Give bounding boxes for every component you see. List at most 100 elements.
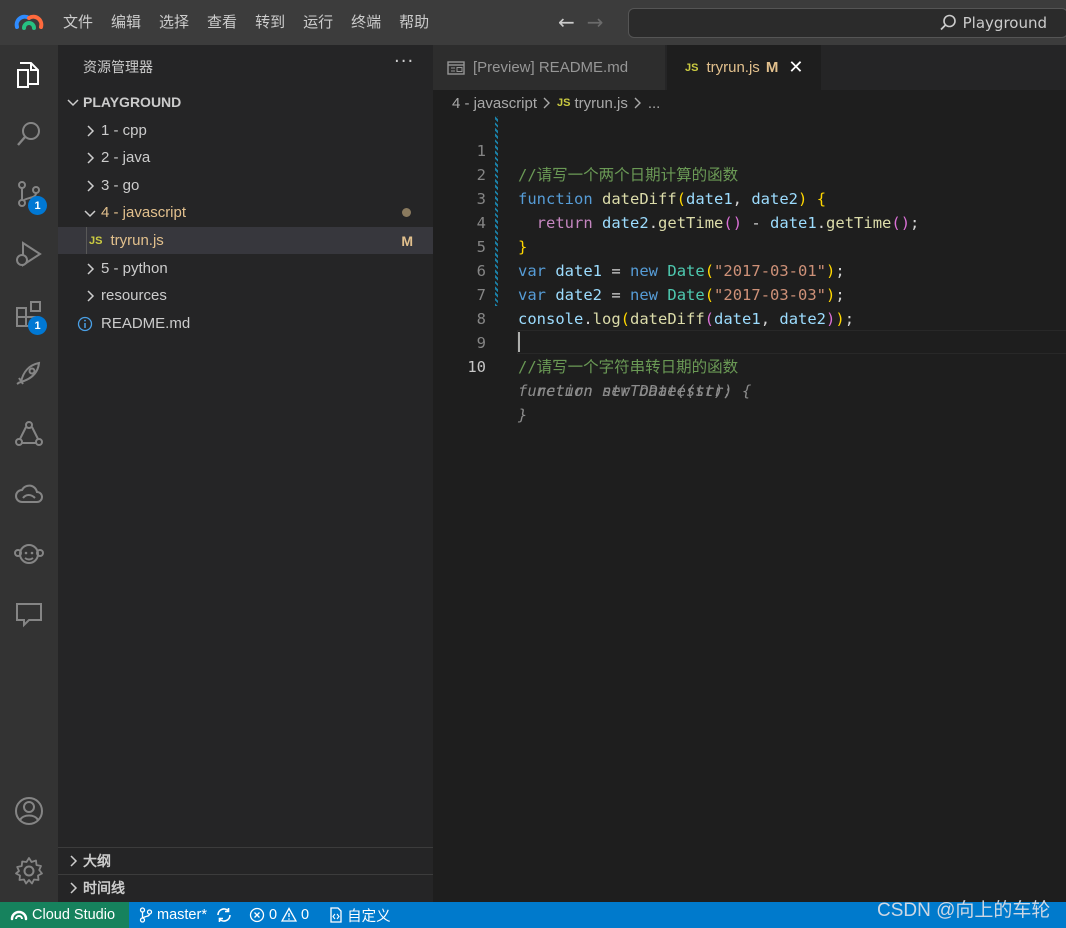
sidebar-title: 资源管理器 — [83, 60, 153, 76]
tree-folder-go[interactable]: 3 - go — [58, 172, 433, 199]
warning-count: 0 — [301, 907, 310, 923]
git-status-badge: M — [765, 59, 779, 76]
chevron-right-icon — [87, 151, 95, 164]
network-icon[interactable] — [0, 406, 58, 462]
tree-folder-java[interactable]: 2 - java — [58, 144, 433, 171]
menu-edit[interactable]: 编辑 — [102, 0, 150, 45]
chevron-right-icon — [543, 97, 551, 109]
breadcrumb-file[interactable]: tryrun.js — [575, 95, 628, 112]
feedback-icon[interactable] — [0, 586, 58, 642]
problems-indicator[interactable]: 0 0 — [249, 907, 309, 923]
chevron-right-icon — [87, 124, 95, 137]
activity-bar: 1 1 — [0, 45, 58, 902]
branch-indicator[interactable]: master* — [139, 907, 233, 923]
title-bar: 文件 编辑 选择 查看 转到 运行 终端 帮助 ← → Playground — [0, 0, 1066, 45]
git-status-badge: M — [401, 232, 413, 249]
deploy-icon[interactable] — [0, 346, 58, 402]
back-arrow-icon[interactable]: ← — [558, 0, 575, 45]
code-line: 6 var date2 = new Date("2017-03-03"); — [476, 262, 845, 304]
source-control-icon[interactable]: 1 — [0, 166, 58, 222]
chevron-right-icon — [634, 97, 641, 109]
tree-label: 1 - cpp — [101, 122, 147, 139]
breadcrumb-folder[interactable]: 4 - javascript — [452, 95, 537, 112]
chevron-down-icon — [84, 209, 96, 217]
tree-file-readme[interactable]: README.md — [58, 310, 433, 337]
chevron-right-icon — [87, 262, 95, 275]
tree-label: tryrun.js — [110, 232, 164, 249]
explorer-icon[interactable] — [0, 47, 58, 103]
remote-indicator[interactable]: Cloud Studio — [0, 902, 129, 928]
forward-arrow-icon[interactable]: → — [587, 0, 604, 45]
outline-label: 大纲 — [83, 854, 111, 870]
tab-tryrun[interactable]: JS tryrun.js M ✕ — [667, 45, 821, 90]
menu-go[interactable]: 转到 — [246, 0, 294, 45]
menu-help[interactable]: 帮助 — [390, 0, 438, 45]
menu-bar: 文件 编辑 选择 查看 转到 运行 终端 帮助 — [58, 0, 438, 45]
text-cursor — [518, 332, 520, 352]
account-icon[interactable] — [0, 783, 58, 839]
app-logo-icon — [0, 0, 58, 45]
editor-tabs: [Preview] README.md JS tryrun.js M ✕ — [433, 45, 1066, 90]
code-line: 1 //请写一个两个日期计算的函数 — [476, 142, 739, 184]
breadcrumb-symbol[interactable]: ... — [648, 95, 661, 112]
inline-suggestion-line: } — [433, 379, 1066, 424]
search-icon — [940, 14, 956, 31]
tree-label: resources — [101, 287, 167, 304]
tab-label: [Preview] README.md — [473, 59, 629, 76]
sync-icon[interactable] — [215, 907, 233, 923]
chevron-right-icon — [70, 855, 78, 867]
settings-icon[interactable] — [0, 843, 58, 899]
timeline-section-header[interactable]: 时间线 — [58, 874, 433, 901]
close-icon[interactable]: ✕ — [788, 57, 803, 78]
menu-view[interactable]: 查看 — [198, 0, 246, 45]
preview-icon — [447, 60, 465, 75]
timeline-label: 时间线 — [83, 881, 125, 897]
code-line: 2 function dateDiff(date1, date2) { — [476, 166, 827, 208]
error-icon — [249, 907, 265, 923]
tree-label: README.md — [101, 315, 191, 332]
menu-run[interactable]: 运行 — [294, 0, 342, 45]
menu-selection[interactable]: 选择 — [150, 0, 198, 45]
js-file-icon: JS — [557, 97, 571, 109]
code-line: 7 console.log(dateDiff(date1, date2)); — [476, 286, 855, 328]
custom-indicator[interactable]: 自定义 — [329, 905, 391, 926]
tree-folder-cpp[interactable]: 1 - cpp — [58, 117, 433, 144]
remote-label: Cloud Studio — [32, 907, 116, 923]
error-count: 0 — [268, 907, 278, 923]
file-code-icon — [330, 907, 342, 923]
menu-terminal[interactable]: 终端 — [342, 0, 390, 45]
more-actions-icon[interactable]: ··· — [394, 51, 414, 72]
tree-folder-python[interactable]: 5 - python — [58, 255, 433, 282]
tree-label: 5 - python — [101, 260, 168, 277]
code-editor[interactable]: 1 //请写一个两个日期计算的函数 2 function dateDiff(da… — [433, 114, 1066, 902]
git-branch-icon — [139, 907, 153, 923]
code-line: 9 //请写一个字符串转日期的函数 — [476, 334, 739, 376]
code-line: 3 return date2.getTime() - date1.getTime… — [476, 190, 920, 232]
js-file-icon: JS — [89, 234, 103, 247]
custom-label: 自定义 — [347, 908, 391, 925]
search-icon[interactable] — [0, 106, 58, 162]
tree-folder-javascript[interactable]: 4 - javascript — [58, 199, 433, 226]
cloud-studio-icon — [10, 910, 28, 921]
tree-file-tryrun[interactable]: JS tryrun.js M — [58, 227, 433, 254]
chevron-right-icon — [87, 289, 95, 302]
monkey-icon[interactable] — [0, 526, 58, 582]
outline-section-header[interactable]: 大纲 — [58, 847, 433, 874]
chevron-right-icon — [87, 179, 95, 192]
menu-file[interactable]: 文件 — [58, 0, 102, 45]
breadcrumb: 4 - javascript JS tryrun.js ... — [452, 92, 660, 114]
source-control-badge: 1 — [28, 196, 47, 215]
indent-guide — [86, 227, 87, 254]
tree-label: 3 - go — [101, 177, 140, 194]
chevron-down-icon — [67, 99, 79, 107]
command-center-text: Playground — [962, 14, 1047, 32]
tab-readme-preview[interactable]: [Preview] README.md — [433, 45, 665, 90]
extensions-icon[interactable]: 1 — [0, 286, 58, 342]
info-icon — [77, 316, 93, 331]
cloud-icon[interactable] — [0, 466, 58, 522]
tree-folder-resources[interactable]: resources — [58, 282, 433, 309]
workspace-header[interactable]: PLAYGROUND — [58, 89, 433, 115]
branch-label: master* — [157, 907, 207, 923]
command-center-search[interactable]: Playground — [628, 8, 1066, 38]
run-debug-icon[interactable] — [0, 226, 58, 282]
